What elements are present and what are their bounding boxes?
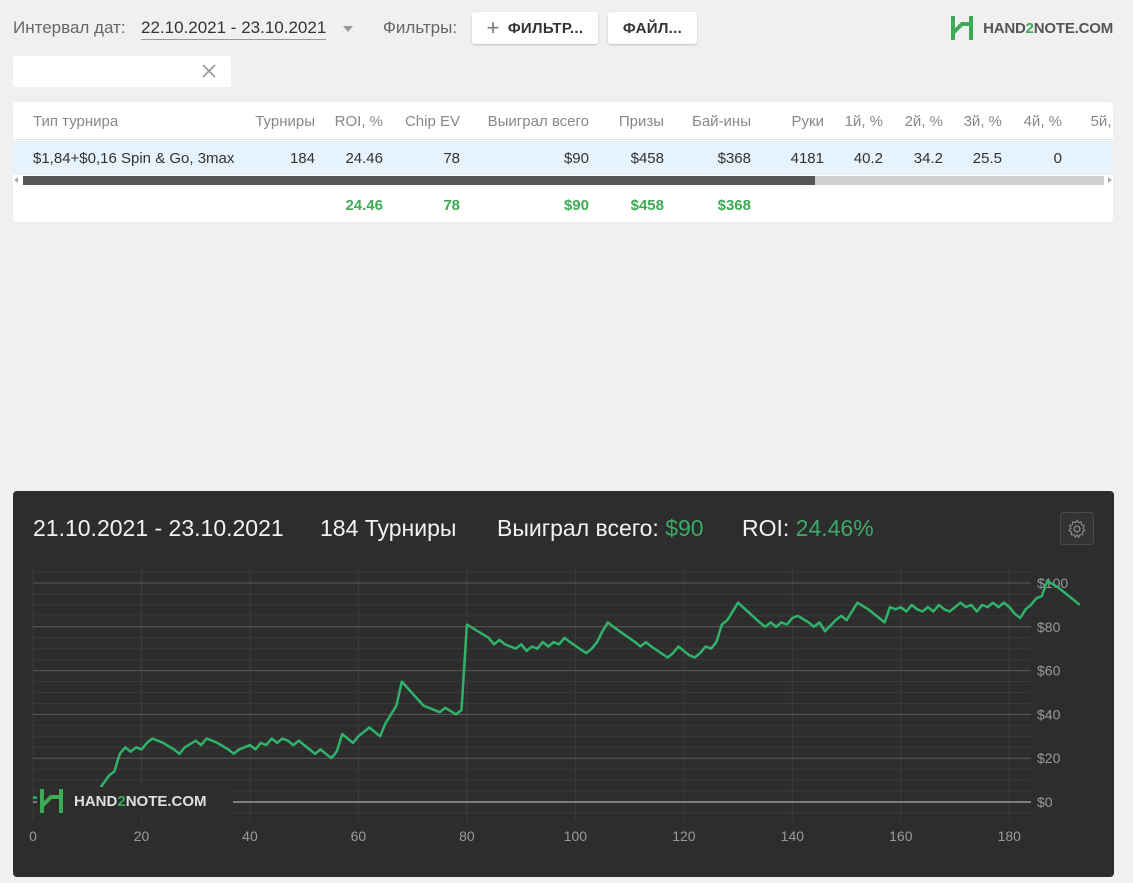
y-tick-label: $0 bbox=[1037, 794, 1053, 810]
bankroll-line-chart: $0$20$40$60$80$1000 20 40 60 80 100 120 140 160 1… bbox=[29, 569, 1081, 844]
cell-tournament-type: $1,84+$0,16 Spin & Go, 3max bbox=[33, 150, 235, 167]
x-tick-label: 80 bbox=[459, 828, 475, 844]
search-box[interactable] bbox=[13, 56, 231, 87]
horizontal-scrollbar[interactable] bbox=[13, 175, 1113, 185]
toolbar: Интервал дат: 22.10.2021 - 23.10.2021 Фи… bbox=[13, 12, 1120, 46]
results-table: Тип турнира Турниры ROI, % Chip EV Выиграл в… bbox=[13, 102, 1113, 222]
brand-logo-hand: HAND bbox=[983, 19, 1026, 37]
chevron-down-icon[interactable] bbox=[343, 26, 353, 32]
cell-place-2: 34.2 bbox=[913, 150, 943, 167]
cell-place-1[interactable]: 1й, % bbox=[833, 104, 883, 140]
cell-hands: 4181 bbox=[790, 150, 824, 167]
y-tick-label: $20 bbox=[1037, 750, 1061, 766]
cell-place-1: 40.2 bbox=[853, 150, 883, 167]
watermark-note: NOTE.COM bbox=[125, 792, 207, 810]
brand-logo-text: HAND2NOTE.COM bbox=[983, 20, 1113, 37]
table-header-row: Тип турнира Турниры ROI, % Chip EV Выиграл в… bbox=[13, 104, 1113, 140]
search-input[interactable] bbox=[21, 61, 191, 81]
cell-roi: 24.46 bbox=[345, 197, 383, 214]
cell-place-5[interactable]: 5й, % bbox=[1069, 104, 1113, 140]
cell-chip-ev[interactable]: Chip EV bbox=[388, 104, 460, 140]
watermark-hand: HAND bbox=[74, 792, 118, 810]
x-tick-label: 180 bbox=[998, 828, 1022, 844]
cell-chip-ev: 78 bbox=[443, 197, 460, 214]
y-tick-label: $80 bbox=[1037, 619, 1061, 635]
watermark-two: 2 bbox=[117, 792, 126, 810]
scroll-right-arrow[interactable] bbox=[1108, 177, 1112, 183]
cell-won-total: $90 bbox=[563, 197, 589, 214]
close-icon[interactable] bbox=[201, 63, 217, 79]
add-filter-button-label: ФИЛЬТР... bbox=[507, 19, 584, 37]
file-button[interactable]: ФАЙЛ... bbox=[608, 12, 697, 44]
x-tick-label: 0 bbox=[29, 828, 37, 844]
date-range-selector[interactable]: 22.10.2021 - 23.10.2021 bbox=[141, 18, 327, 40]
cell-hands[interactable]: Руки bbox=[761, 104, 824, 140]
cell-place-2 bbox=[893, 188, 943, 222]
filters-label: Фильтры: bbox=[383, 18, 458, 37]
cell-place-5 bbox=[1069, 188, 1113, 222]
scroll-left-arrow[interactable] bbox=[14, 177, 18, 183]
x-tick-label: 40 bbox=[242, 828, 258, 844]
cell-place-4[interactable]: 4й, % bbox=[1013, 104, 1062, 140]
cell-prizes[interactable]: Призы bbox=[599, 104, 664, 140]
cell-prizes: $458 bbox=[630, 150, 664, 167]
cell-place-3[interactable]: 3й, % bbox=[953, 104, 1002, 140]
y-tick-label: $40 bbox=[1037, 706, 1061, 722]
table-row[interactable]: $1,84+$0,16 Spin & Go, 3max 184 24.46 78 $90… bbox=[13, 141, 1113, 177]
x-tick-label: 20 bbox=[134, 828, 150, 844]
cell-buy-ins: $368 bbox=[717, 197, 751, 214]
cell-won-total[interactable]: Выиграл всего bbox=[471, 104, 589, 140]
y-tick-label: $60 bbox=[1037, 663, 1061, 679]
x-tick-label: 100 bbox=[564, 828, 588, 844]
file-button-label: ФАЙЛ... bbox=[622, 19, 683, 37]
date-interval-label: Интервал дат: bbox=[13, 18, 126, 37]
hand2note-logo-icon bbox=[951, 16, 974, 40]
brand-logo-note: NOTE.COM bbox=[1033, 19, 1113, 37]
brand-logo: HAND2NOTE.COM bbox=[949, 14, 1113, 42]
cell-buy-ins[interactable]: Бай-ины bbox=[673, 104, 751, 140]
cell-place-4 bbox=[1013, 188, 1062, 222]
cell-tournament-type bbox=[33, 188, 243, 222]
cell-roi: 24.46 bbox=[345, 150, 383, 167]
chart-watermark: HAND2NOTE.COM bbox=[37, 787, 233, 815]
table-totals-row: 24.46 78 $90 $458 $368 bbox=[13, 188, 1113, 222]
cell-chip-ev: 78 bbox=[443, 150, 460, 167]
scrollbar-thumb[interactable] bbox=[23, 176, 815, 185]
cell-place-5: 0 bbox=[1069, 141, 1113, 177]
cell-tournaments[interactable]: Турниры bbox=[245, 104, 315, 140]
x-tick-label: 120 bbox=[672, 828, 696, 844]
cell-place-3 bbox=[953, 188, 1002, 222]
brand-logo-two: 2 bbox=[1025, 19, 1034, 37]
x-tick-label: 140 bbox=[781, 828, 805, 844]
series-line bbox=[33, 579, 1081, 808]
cell-roi[interactable]: ROI, % bbox=[323, 104, 383, 140]
cell-place-4: 0 bbox=[1053, 150, 1062, 167]
cell-tournaments bbox=[245, 188, 315, 222]
cell-place-1 bbox=[833, 188, 883, 222]
watermark-text: HAND2NOTE.COM bbox=[74, 793, 207, 810]
cell-hands bbox=[761, 188, 824, 222]
add-filter-button[interactable]: + ФИЛЬТР... bbox=[472, 12, 598, 44]
cell-place-2[interactable]: 2й, % bbox=[893, 104, 943, 140]
cell-prizes: $458 bbox=[630, 197, 664, 214]
plus-icon: + bbox=[486, 15, 500, 40]
cell-tournaments: 184 bbox=[289, 150, 315, 167]
cell-won-total: $90 bbox=[563, 150, 589, 167]
x-tick-label: 160 bbox=[889, 828, 913, 844]
x-tick-label: 60 bbox=[351, 828, 367, 844]
hand2note-logo-icon bbox=[40, 789, 63, 813]
cell-tournament-type[interactable]: Тип турнира bbox=[33, 104, 243, 140]
cell-buy-ins: $368 bbox=[717, 150, 751, 167]
chart-panel: 21.10.2021 - 23.10.2021 184 Турниры Выиг… bbox=[13, 491, 1114, 877]
cell-place-3: 25.5 bbox=[972, 150, 1002, 167]
